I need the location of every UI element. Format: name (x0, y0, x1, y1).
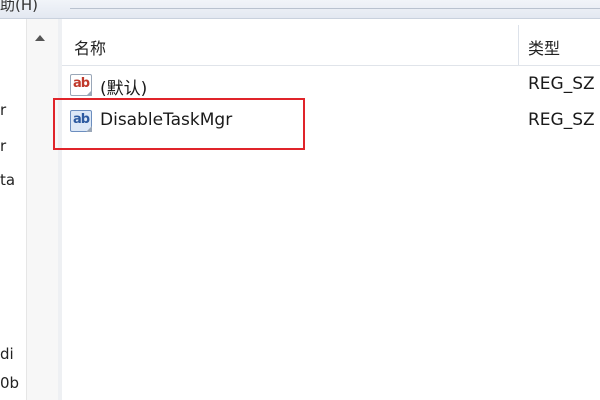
menu-help[interactable]: 助(H) (0, 0, 38, 15)
tree-scrollbar[interactable] (26, 19, 60, 400)
list-column-header: 名称 类型 (62, 25, 600, 66)
ab-string-icon: ab (70, 74, 92, 96)
ab-icon-text: ab (73, 76, 90, 91)
column-header-name[interactable]: 名称 (74, 35, 106, 59)
value-type: REG_SZ (528, 74, 595, 94)
tree-item-fragment[interactable]: ta (0, 171, 15, 189)
icon-corner (86, 90, 92, 96)
tree-item-fragment[interactable]: 0b (0, 374, 19, 392)
value-type: REG_SZ (528, 110, 595, 130)
list-row[interactable]: ab (默认) REG_SZ (62, 68, 600, 102)
column-separator[interactable] (518, 25, 519, 65)
value-name[interactable]: (默认) (100, 74, 147, 99)
highlight-annotation-box (53, 98, 305, 150)
menu-divider (70, 8, 600, 9)
menu-bar: 助(H) (0, 0, 600, 19)
tree-item-fragment[interactable]: r (0, 137, 6, 155)
tree-item-fragment[interactable]: r (0, 101, 6, 119)
column-header-type[interactable]: 类型 (528, 35, 560, 59)
tree-item-fragment[interactable]: di (0, 345, 14, 363)
scroll-up-arrow-icon[interactable] (35, 35, 45, 41)
value-list-pane: 名称 类型 ab (默认) REG_SZ ab DisableTaskMgr R… (62, 19, 600, 400)
